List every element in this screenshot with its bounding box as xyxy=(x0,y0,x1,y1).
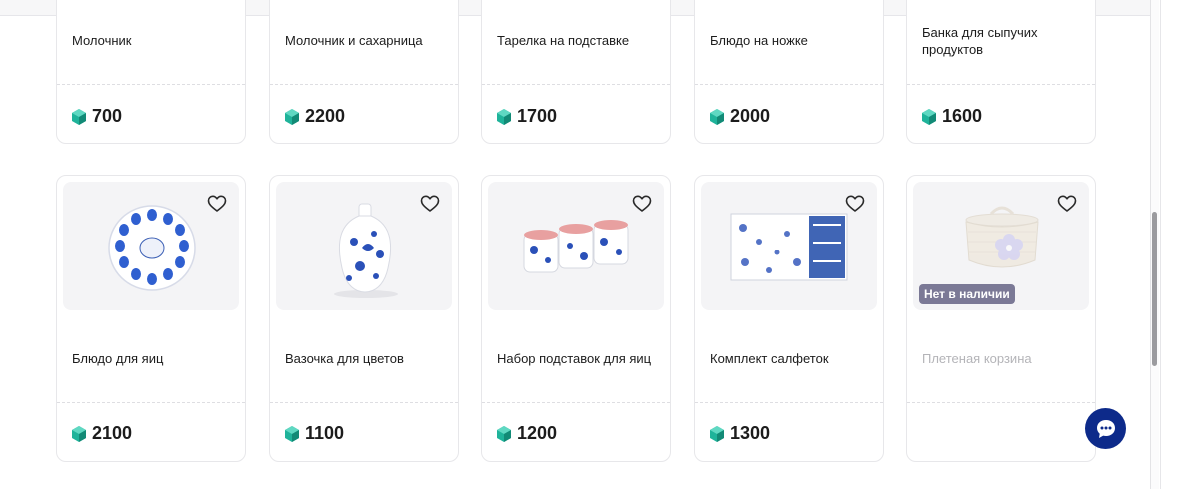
card-divider xyxy=(270,84,458,85)
card-divider xyxy=(695,402,883,403)
product-price: 1700 xyxy=(497,106,557,127)
product-price: 1300 xyxy=(710,423,770,444)
gem-coin-icon xyxy=(72,109,86,125)
product-image[interactable] xyxy=(488,182,664,310)
price-value: 2000 xyxy=(730,106,771,126)
card-divider xyxy=(482,402,670,403)
gem-coin-icon xyxy=(710,426,724,442)
gem-coin-icon xyxy=(72,426,86,442)
scrollbar-thumb[interactable] xyxy=(1152,212,1157,366)
product-price: 2200 xyxy=(285,106,345,127)
price-value: 1700 xyxy=(517,106,558,126)
product-price: 700 xyxy=(72,106,122,127)
favorite-heart-icon[interactable] xyxy=(420,194,440,214)
product-image[interactable] xyxy=(276,182,452,310)
product-name[interactable]: Молочник xyxy=(72,32,237,49)
favorite-heart-icon[interactable] xyxy=(845,194,865,214)
card-divider xyxy=(482,84,670,85)
product-price: 1200 xyxy=(497,423,557,444)
product-card[interactable]: Тарелка на подставке 1700 xyxy=(481,0,671,144)
card-divider xyxy=(57,402,245,403)
product-card[interactable]: Вазочка для цветов 1100 xyxy=(269,175,459,462)
product-name[interactable]: Комплект салфеток xyxy=(710,350,875,367)
price-value: 2200 xyxy=(305,106,346,126)
chat-button[interactable] xyxy=(1085,408,1126,449)
product-price: 1100 xyxy=(285,423,344,444)
product-card[interactable]: Нет в наличии Плетеная корзина xyxy=(906,175,1096,462)
gem-coin-icon xyxy=(497,426,511,442)
product-image[interactable] xyxy=(63,182,239,310)
product-price: 1600 xyxy=(922,106,982,127)
favorite-heart-icon[interactable] xyxy=(1057,194,1077,214)
gem-coin-icon xyxy=(710,109,724,125)
product-card[interactable]: Банка для сыпучих продуктов 1600 xyxy=(906,0,1096,144)
gem-coin-icon xyxy=(285,109,299,125)
gem-coin-icon xyxy=(285,426,299,442)
product-card[interactable]: Набор подставок для яиц 1200 xyxy=(481,175,671,462)
product-name[interactable]: Набор подставок для яиц xyxy=(497,350,662,367)
price-value: 1100 xyxy=(305,423,345,443)
favorite-heart-icon[interactable] xyxy=(632,194,652,214)
product-name[interactable]: Блюдо на ножке xyxy=(710,32,875,49)
gem-coin-icon xyxy=(497,109,511,125)
product-name[interactable]: Вазочка для цветов xyxy=(285,350,450,367)
product-card[interactable]: Молочник 700 xyxy=(56,0,246,144)
price-value: 700 xyxy=(92,106,123,126)
card-divider xyxy=(907,402,1095,403)
product-image[interactable] xyxy=(701,182,877,310)
product-image[interactable]: Нет в наличии xyxy=(913,182,1089,310)
card-divider xyxy=(907,84,1095,85)
product-card[interactable]: Блюдо для яиц 2100 xyxy=(56,175,246,462)
product-name[interactable]: Молочник и сахарница xyxy=(285,32,450,49)
favorite-heart-icon[interactable] xyxy=(207,194,227,214)
product-price: 2000 xyxy=(710,106,770,127)
gem-coin-icon xyxy=(922,109,936,125)
product-card[interactable]: Молочник и сахарница 2200 xyxy=(269,0,459,144)
out-of-stock-badge: Нет в наличии xyxy=(919,284,1015,304)
card-divider xyxy=(270,402,458,403)
product-card[interactable]: Блюдо на ножке 2000 xyxy=(694,0,884,144)
product-name[interactable]: Тарелка на подставке xyxy=(497,32,662,49)
page-divider xyxy=(1160,0,1161,489)
price-value: 2100 xyxy=(92,423,133,443)
chat-bubble-icon xyxy=(1096,419,1115,438)
card-divider xyxy=(695,84,883,85)
card-divider xyxy=(57,84,245,85)
price-value: 1200 xyxy=(517,423,558,443)
product-card[interactable]: Комплект салфеток 1300 xyxy=(694,175,884,462)
price-value: 1600 xyxy=(942,106,983,126)
product-price: 2100 xyxy=(72,423,132,444)
product-name[interactable]: Банка для сыпучих продуктов xyxy=(922,24,1087,58)
price-value: 1300 xyxy=(730,423,771,443)
product-name[interactable]: Блюдо для яиц xyxy=(72,350,237,367)
product-name[interactable]: Плетеная корзина xyxy=(922,350,1087,367)
